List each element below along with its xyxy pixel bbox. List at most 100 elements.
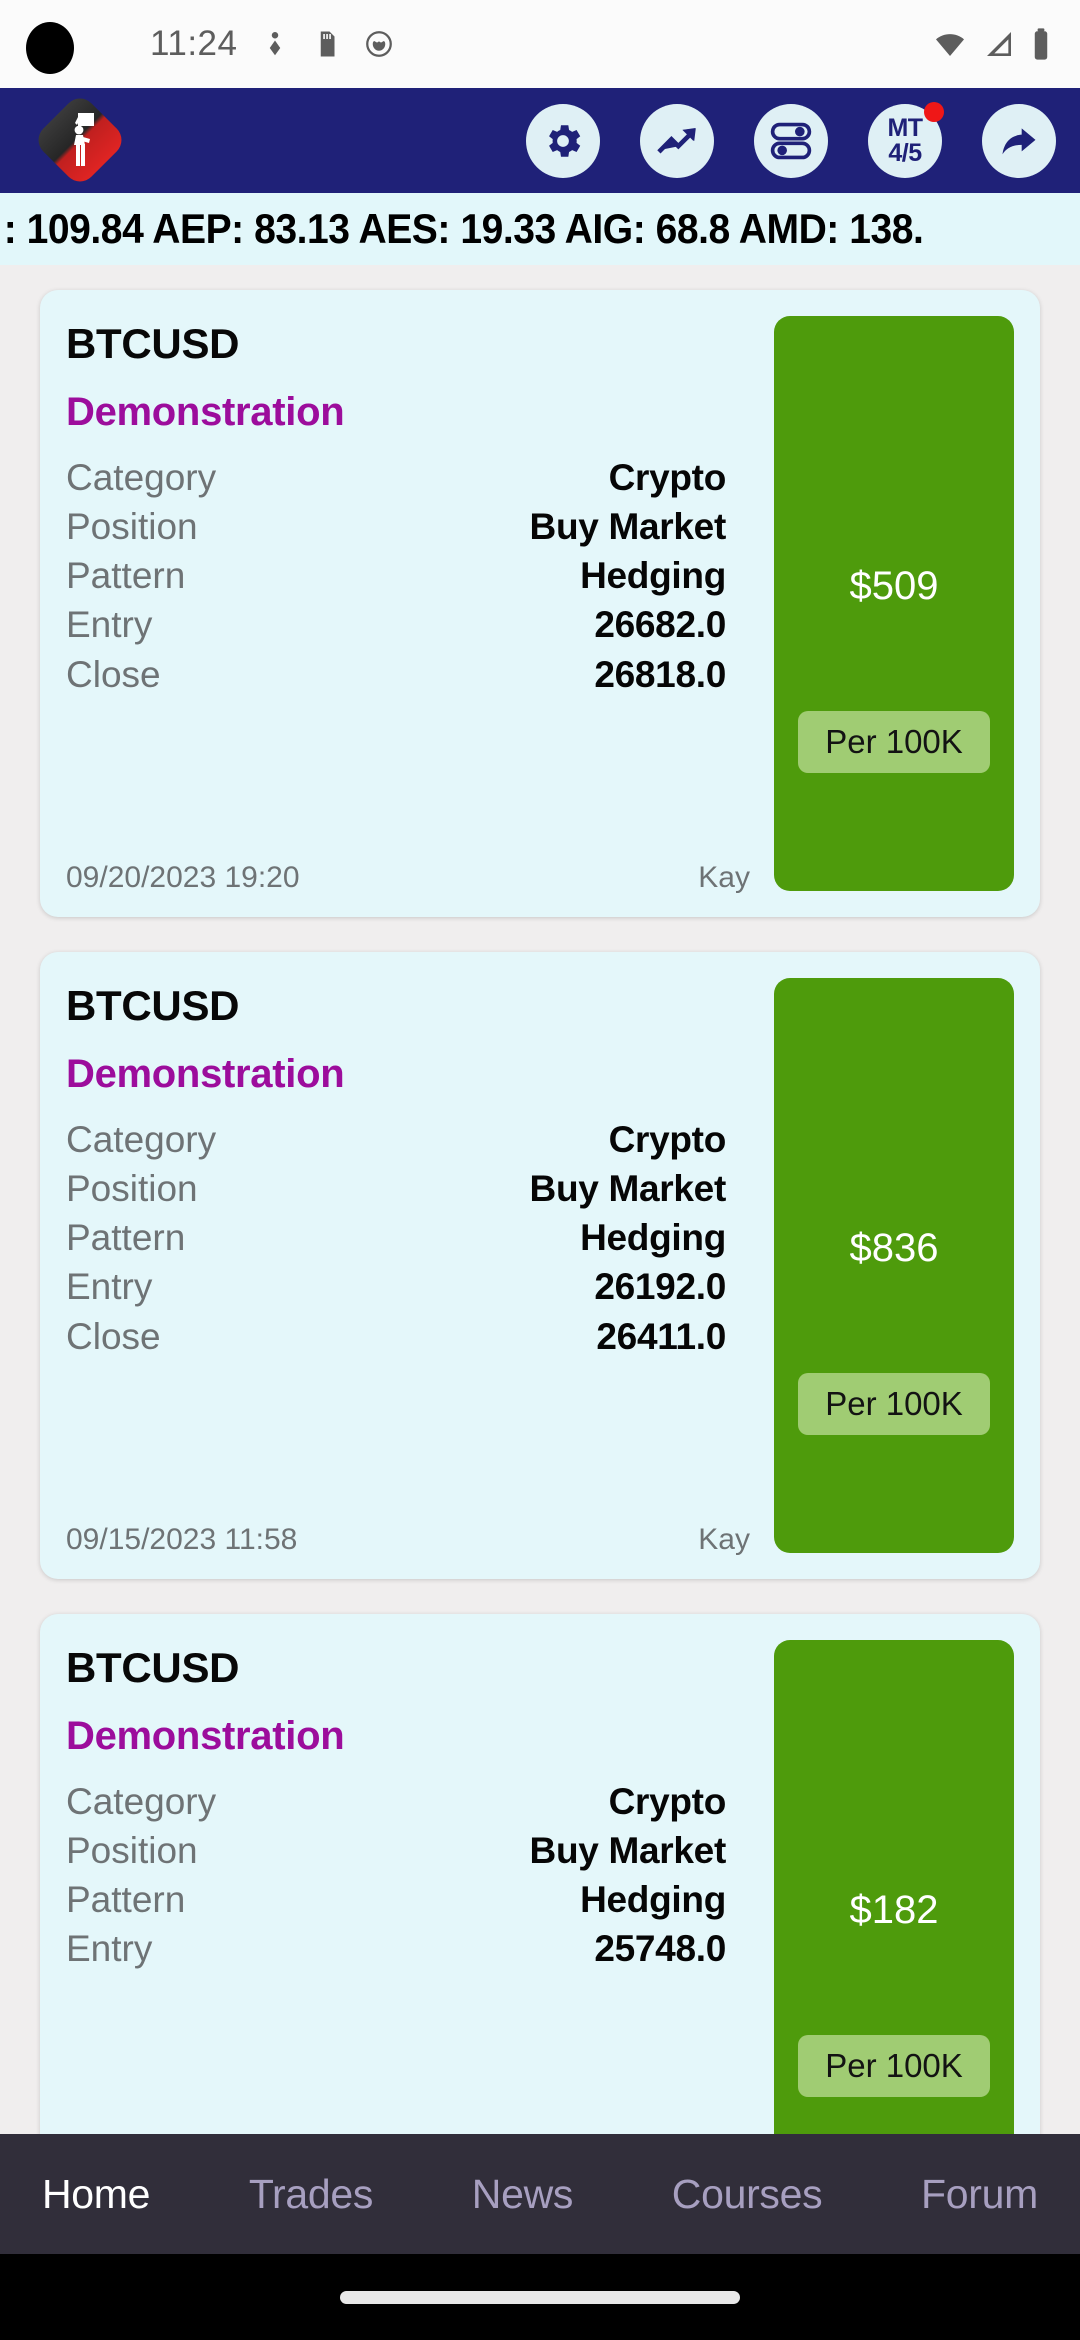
row-category: Category Crypto (66, 1777, 726, 1826)
bottom-navigation: Home Trades News Courses Forum (0, 2134, 1080, 2254)
row-label: Category (66, 1119, 217, 1160)
row-value: Buy Market (529, 506, 727, 548)
row-label: Pattern (66, 555, 186, 597)
nav-item-forum[interactable]: Forum (921, 2171, 1038, 2218)
trending-up-icon (657, 127, 696, 153)
card-timestamp: 09/15/2023 11:58 (66, 1523, 298, 1556)
app-bar: MT 4/5 (0, 88, 1080, 193)
card-detail-rows: Category Crypto Position Buy Market Patt… (66, 1777, 726, 1974)
row-label: Close (66, 653, 161, 695)
trade-card-list[interactable]: BTCUSD Demonstration Category Crypto Pos… (0, 265, 1080, 2134)
share-arrow-icon (1002, 127, 1036, 154)
row-pattern: Pattern Hedging (66, 551, 726, 600)
trade-card[interactable]: BTCUSD Demonstration Category Crypto Pos… (40, 1614, 1040, 2134)
gear-icon (549, 124, 581, 157)
row-label: Category (66, 457, 217, 498)
row-value: 26192.0 (594, 1266, 726, 1308)
row-value: Buy Market (529, 1830, 727, 1872)
nav-item-home[interactable]: Home (42, 2171, 150, 2218)
trader-academy-logo[interactable] (31, 91, 129, 188)
sliders-toggle-icon (770, 122, 812, 159)
card-profit-panel: $509 Per 100K (774, 316, 1014, 891)
nav-item-courses[interactable]: Courses (672, 2171, 823, 2218)
signal-icon (987, 32, 1011, 56)
card-profit-note: Per 100K (798, 711, 990, 773)
wifi-icon (936, 34, 964, 56)
market-ticker[interactable]: : 109.84 AEP: 83.13 AES: 19.33 AIG: 68.8… (0, 193, 1080, 265)
nav-item-news[interactable]: News (472, 2171, 574, 2218)
analytics-button[interactable] (640, 103, 714, 178)
row-label: Position (66, 506, 198, 548)
mt-label-text: MT (887, 114, 923, 142)
row-label: Pattern (66, 1879, 186, 1921)
row-entry: Entry 26192.0 (66, 1262, 726, 1311)
app-bar-toolbar: MT 4/5 (526, 101, 1056, 178)
row-value: Hedging (580, 1879, 726, 1921)
gesture-pill[interactable] (340, 2290, 740, 2304)
card-profit-panel: $836 Per 100K (774, 978, 1014, 1553)
status-bar: 11:24 (0, 0, 1080, 88)
row-label: Category (66, 1781, 217, 1822)
card-profit-note: Per 100K (798, 2035, 990, 2097)
status-bar-clock: 11:24 (150, 24, 238, 63)
row-value: 25748.0 (594, 1928, 726, 1970)
card-author: Kay (698, 1523, 750, 1556)
row-position: Position Buy Market (66, 502, 726, 551)
card-footer: 09/15/2023 11:58 Kay (66, 1523, 750, 1557)
row-label: Position (66, 1830, 198, 1872)
row-close: Close 26818.0 (66, 650, 726, 699)
trade-card[interactable]: BTCUSD Demonstration Category Crypto Pos… (40, 952, 1040, 1579)
gesture-navigation-bar (0, 2254, 1080, 2340)
row-position: Position Buy Market (66, 1164, 726, 1213)
row-pattern: Pattern Hedging (66, 1213, 726, 1262)
card-profit-amount: $836 (849, 1226, 939, 1270)
nav-item-trades[interactable]: Trades (249, 2171, 374, 2218)
row-value: Hedging (580, 555, 726, 597)
card-detail-rows: Category Crypto Position Buy Market Patt… (66, 453, 726, 699)
logo-figure-icon (74, 112, 94, 166)
row-value: Crypto (608, 1119, 727, 1160)
row-entry: Entry 26682.0 (66, 600, 726, 649)
face-circle-icon (365, 31, 392, 57)
row-label: Pattern (66, 1217, 186, 1259)
card-profit-note: Per 100K (798, 1373, 990, 1435)
row-close: Close 26411.0 (66, 1312, 726, 1361)
card-footer: 09/20/2023 19:20 Kay (66, 861, 750, 895)
row-label: Entry (66, 1266, 153, 1308)
settings-button[interactable] (526, 103, 600, 178)
card-profit-amount: $182 (849, 1888, 939, 1932)
card-author: Kay (698, 861, 750, 894)
row-position: Position Buy Market (66, 1826, 726, 1875)
toggles-button[interactable] (754, 103, 828, 178)
row-category: Category Crypto (66, 453, 726, 502)
person-badge-icon (269, 32, 280, 56)
battery-icon (1034, 28, 1048, 60)
row-value: Hedging (580, 1217, 726, 1259)
row-label: Entry (66, 1928, 153, 1970)
mt-badge-icon: MT 4/5 (887, 114, 923, 167)
row-pattern: Pattern Hedging (66, 1875, 726, 1924)
row-value: 26818.0 (594, 653, 726, 695)
ticker-text: : 109.84 AEP: 83.13 AES: 19.33 AIG: 68.8… (3, 205, 924, 252)
row-value: Crypto (608, 457, 727, 498)
notification-dot-badge (924, 101, 944, 122)
card-profit-panel: $182 Per 100K (774, 1640, 1014, 2134)
card-timestamp: 09/20/2023 19:20 (66, 861, 300, 894)
row-label: Position (66, 1168, 198, 1210)
trade-card[interactable]: BTCUSD Demonstration Category Crypto Pos… (40, 290, 1040, 917)
row-label: Entry (66, 604, 153, 646)
row-category: Category Crypto (66, 1115, 726, 1164)
share-button[interactable] (982, 103, 1056, 178)
sd-card-icon (320, 31, 334, 57)
mt-label-sub: 4/5 (888, 138, 922, 167)
row-value: 26682.0 (594, 604, 726, 646)
row-value: Crypto (608, 1781, 727, 1822)
mt-account-button[interactable]: MT 4/5 (868, 101, 944, 178)
row-value: Buy Market (529, 1168, 727, 1210)
row-value: 26411.0 (596, 1315, 726, 1357)
row-label: Close (66, 1315, 161, 1357)
card-profit-amount: $509 (849, 564, 939, 608)
row-entry: Entry 25748.0 (66, 1924, 726, 1973)
phone-screen: 11:24 MT 4/5: 109.84 AEP: 83.13 AES: 19… (0, 0, 1080, 2340)
camera-punch-hole (26, 22, 74, 74)
